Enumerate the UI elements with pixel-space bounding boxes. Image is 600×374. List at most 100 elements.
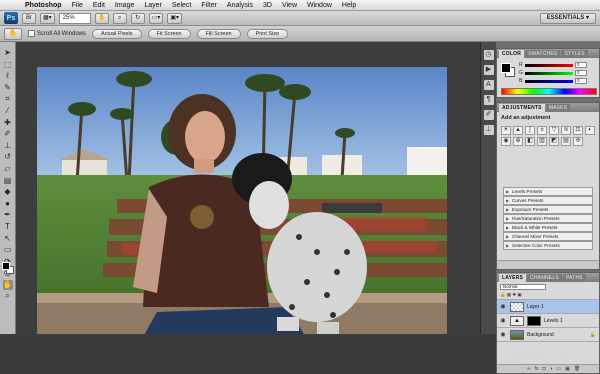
blend-mode-select[interactable]: Normal (500, 284, 546, 290)
green-value-field[interactable]: 0 (575, 70, 587, 76)
hand-tool-icon[interactable]: ✋ (2, 279, 13, 290)
tab-color[interactable]: COLOR (499, 50, 525, 58)
type-tool-icon[interactable]: T (3, 222, 13, 232)
gradient-tool-icon[interactable]: ▤ (3, 176, 13, 186)
clone-stamp-tool-icon[interactable]: ⊥ (3, 141, 13, 151)
menu-filter[interactable]: Filter (196, 2, 222, 9)
link-layers-icon[interactable]: ∞ (527, 366, 531, 372)
document-photo[interactable] (37, 67, 447, 339)
trash-icon[interactable]: 🗑 (574, 366, 580, 372)
add-mask-icon[interactable]: ◘ (542, 366, 545, 372)
new-group-icon[interactable]: ▭ (557, 366, 562, 372)
preset-curves[interactable]: Curves Presets (503, 196, 593, 205)
exposure-icon[interactable]: ± (537, 126, 547, 135)
menu-select[interactable]: Select (167, 2, 196, 9)
zoom-level-field[interactable]: 25% (58, 12, 91, 24)
screen-mode-button[interactable]: ▣▾ (167, 12, 183, 24)
menu-file[interactable]: File (67, 2, 88, 9)
vibrance-icon[interactable]: ▽ (549, 126, 559, 135)
brushes-panel-icon[interactable]: ✐ (483, 110, 494, 120)
dodge-tool-icon[interactable]: ● (3, 199, 13, 209)
actions-panel-icon[interactable]: ▶ (483, 65, 494, 75)
curves-icon[interactable]: ∫ (525, 126, 535, 135)
apple-icon[interactable] (4, 1, 12, 9)
posterize-icon[interactable]: ▥ (537, 137, 547, 146)
fill-screen-button[interactable]: Fill Screen (196, 28, 241, 39)
shape-tool-icon[interactable]: ▭ (3, 245, 13, 255)
blur-tool-icon[interactable]: ◆ (3, 187, 13, 197)
blue-slider[interactable] (525, 79, 573, 83)
selective-color-icon[interactable]: ✣ (573, 137, 583, 146)
fx-icon[interactable]: fx (535, 366, 539, 372)
layer-row[interactable]: ◉ ▲ Levels 1 (497, 314, 599, 328)
panel-foreground-swatch[interactable] (501, 63, 511, 73)
red-value-field[interactable]: 0 (575, 62, 587, 68)
menu-image[interactable]: Image (110, 2, 139, 9)
levels-icon[interactable]: ▲ (513, 126, 523, 135)
threshold-icon[interactable]: ◩ (549, 137, 559, 146)
layer-visibility-icon[interactable]: ◉ (499, 317, 507, 325)
zoom-tool-icon[interactable]: ⌕ (3, 291, 13, 301)
bridge-button[interactable]: Br (22, 12, 36, 24)
layer-visibility-icon[interactable]: ◉ (499, 331, 507, 339)
zoom-tool-button[interactable]: ⌕ (112, 12, 127, 24)
layer-row[interactable]: ◉ Layer 1 (497, 300, 599, 314)
preset-channel-mixer[interactable]: Channel Mixer Presets (503, 232, 593, 241)
invert-icon[interactable]: ◧ (525, 137, 535, 146)
eyedropper-tool-icon[interactable]: ⁄ (3, 106, 13, 116)
pen-tool-icon[interactable]: ✒ (3, 210, 13, 220)
preset-hue-saturation[interactable]: Hue/Saturation Presets (503, 214, 593, 223)
brush-tool-icon[interactable]: ✐ (3, 129, 13, 139)
menu-edit[interactable]: Edit (88, 2, 110, 9)
healing-brush-tool-icon[interactable]: ✚ (3, 118, 13, 128)
lock-icons[interactable]: 🔒 ▦ ✚ ▣ (500, 292, 596, 298)
green-slider[interactable] (525, 71, 573, 75)
print-size-button[interactable]: Print Size (246, 28, 289, 39)
arrange-documents-button[interactable]: ▭▾ (148, 12, 164, 24)
move-tool-icon[interactable]: ➤ (3, 48, 13, 58)
character-panel-icon[interactable]: A (483, 80, 494, 90)
workspace-switcher[interactable]: ESSENTIALS ▾ (539, 13, 596, 24)
tab-adjustments[interactable]: ADJUSTMENTS (499, 104, 545, 112)
preset-black-white[interactable]: Black & White Presets (503, 223, 593, 232)
black-white-icon[interactable]: ◐ (585, 126, 595, 135)
menu-view[interactable]: View (277, 2, 302, 9)
tool-preset-picker[interactable]: ✋ (4, 27, 22, 40)
tab-channels[interactable]: CHANNELS (527, 274, 562, 282)
preset-levels[interactable]: Levels Presets (503, 187, 593, 196)
marquee-tool-icon[interactable]: ⬚ (3, 60, 13, 70)
path-selection-tool-icon[interactable]: ↖ (3, 234, 13, 244)
preset-selective-color[interactable]: Selective Color Presets (503, 241, 593, 250)
hue-saturation-icon[interactable]: ≋ (561, 126, 571, 135)
gradient-map-icon[interactable]: ▤ (561, 137, 571, 146)
new-layer-icon[interactable]: ▣ (565, 366, 570, 372)
tab-styles[interactable]: STYLES (561, 50, 588, 58)
menu-app-photoshop[interactable]: Photoshop (20, 2, 67, 9)
tab-masks[interactable]: MASKS (545, 104, 571, 112)
rotate-view-button[interactable]: ↻ (130, 12, 145, 24)
foreground-color-swatch[interactable] (2, 262, 10, 270)
checkbox-box[interactable] (28, 30, 35, 37)
tab-layers[interactable]: LAYERS (499, 274, 527, 282)
quick-selection-tool-icon[interactable]: ✎ (3, 83, 13, 93)
blue-value-field[interactable]: 0 (575, 78, 587, 84)
layer-visibility-icon[interactable]: ◉ (499, 303, 507, 311)
scroll-all-windows-checkbox[interactable]: Scroll All Windows (28, 30, 86, 37)
red-slider[interactable] (525, 63, 573, 67)
tab-paths[interactable]: PATHS (562, 274, 586, 282)
brightness-contrast-icon[interactable]: ☀ (501, 126, 511, 135)
actual-pixels-button[interactable]: Actual Pixels (92, 28, 142, 39)
crop-tool-icon[interactable]: ⌗ (3, 94, 13, 104)
color-spectrum-bar[interactable] (501, 88, 597, 95)
menu-layer[interactable]: Layer (139, 2, 167, 9)
color-balance-icon[interactable]: ⚖ (573, 126, 583, 135)
history-brush-tool-icon[interactable]: ↺ (3, 152, 13, 162)
menu-analysis[interactable]: Analysis (222, 2, 258, 9)
channel-mixer-icon[interactable]: ⊕ (513, 137, 523, 146)
new-adjustment-icon[interactable]: ◑ (550, 366, 553, 372)
view-extras-button[interactable]: ▦▾ (40, 12, 55, 24)
layer-row[interactable]: ◉ Background 🔒 (497, 328, 599, 342)
menu-window[interactable]: Window (302, 2, 337, 9)
eraser-tool-icon[interactable]: ▱ (3, 164, 13, 174)
hand-tool-button[interactable]: ✋ (94, 12, 109, 24)
